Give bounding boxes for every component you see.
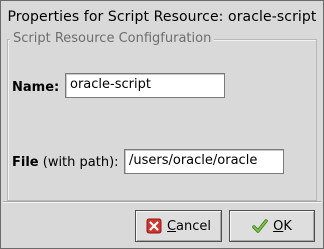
file-label: File (with path):	[12, 155, 119, 170]
cancel-x-icon	[146, 218, 162, 234]
file-path-input[interactable]: /users/oracle/oracle	[124, 149, 284, 174]
name-label: Name:	[12, 80, 60, 95]
dialog-title: Properties for Script Resource: oracle-s…	[1, 1, 323, 31]
cancel-button-label: Cancel	[166, 218, 212, 234]
properties-dialog: Properties for Script Resource: oracle-s…	[0, 0, 324, 249]
cancel-button[interactable]: Cancel	[135, 210, 222, 242]
ok-button[interactable]: OK	[229, 210, 315, 242]
config-frame	[7, 39, 317, 201]
checkmark-icon	[252, 218, 268, 234]
name-input[interactable]: oracle-script	[65, 73, 225, 98]
frame-legend: Script Resource Configfuration	[10, 31, 215, 47]
ok-button-label: OK	[273, 218, 292, 234]
button-separator	[3, 201, 321, 203]
